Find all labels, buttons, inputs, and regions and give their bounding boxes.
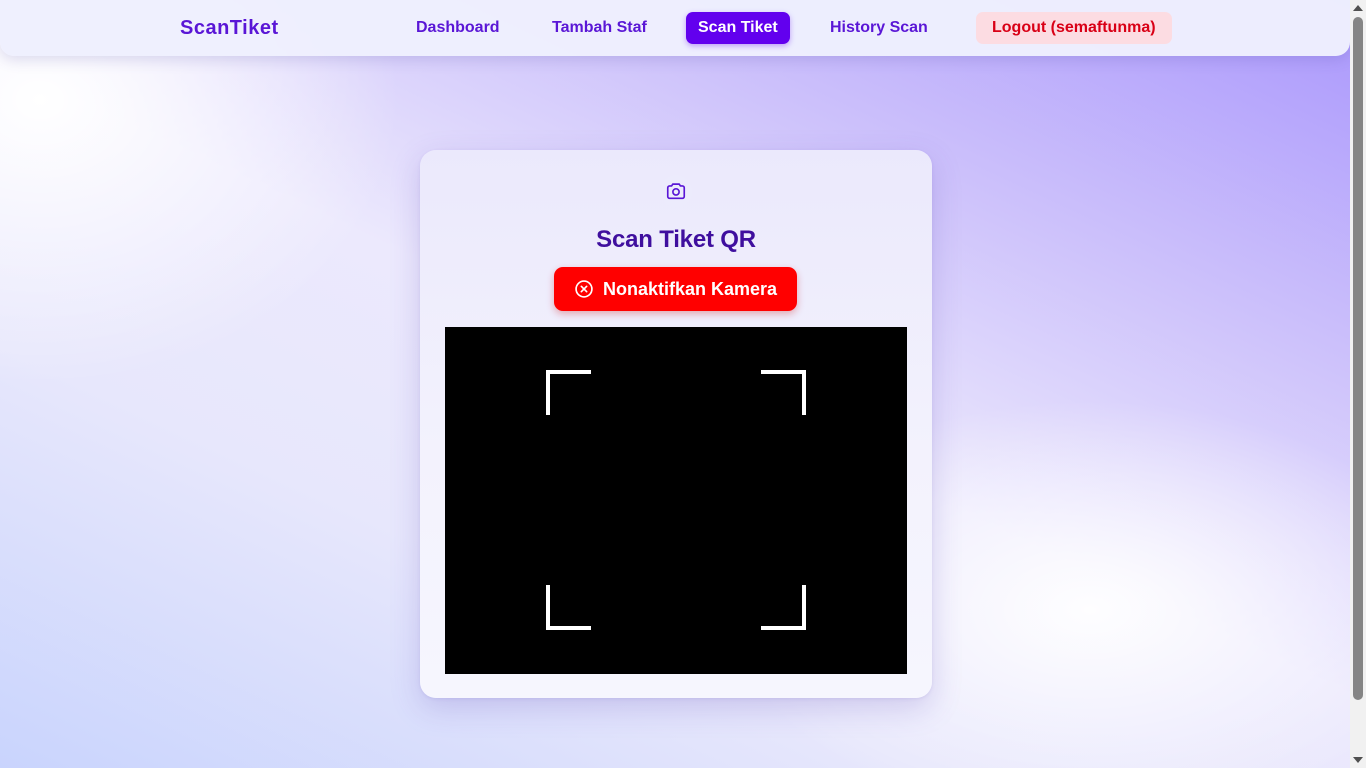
- page-title: Scan Tiket QR: [596, 226, 756, 253]
- nav-link-history-scan[interactable]: History Scan: [818, 12, 940, 44]
- scan-frame-corner-bottom-right: [761, 585, 806, 630]
- nav-link-dashboard[interactable]: Dashboard: [404, 12, 512, 44]
- page-scrollbar[interactable]: [1350, 0, 1366, 768]
- scan-card: Scan Tiket QR Nonaktifkan Kamera: [420, 150, 932, 698]
- scan-frame-corner-top-left: [546, 370, 591, 415]
- qr-scanner-viewport: [445, 327, 907, 674]
- close-circle-icon: [574, 279, 594, 299]
- scroll-thumb[interactable]: [1353, 17, 1363, 700]
- disable-camera-button[interactable]: Nonaktifkan Kamera: [554, 267, 797, 311]
- scan-frame-corner-bottom-left: [546, 585, 591, 630]
- top-navbar: ScanTiket Dashboard Tambah Staf Scan Tik…: [0, 0, 1350, 56]
- nav-link-tambah-staf[interactable]: Tambah Staf: [540, 12, 659, 44]
- scroll-down-arrow-icon[interactable]: [1353, 757, 1363, 763]
- logout-button[interactable]: Logout (semaftunma): [976, 12, 1172, 44]
- nav-link-scan-tiket[interactable]: Scan Tiket: [686, 12, 790, 44]
- scroll-up-arrow-icon[interactable]: [1353, 5, 1363, 11]
- brand-logo[interactable]: ScanTiket: [180, 17, 279, 40]
- disable-camera-label: Nonaktifkan Kamera: [602, 278, 778, 299]
- camera-icon: [660, 175, 692, 207]
- scan-frame-corner-top-right: [761, 370, 806, 415]
